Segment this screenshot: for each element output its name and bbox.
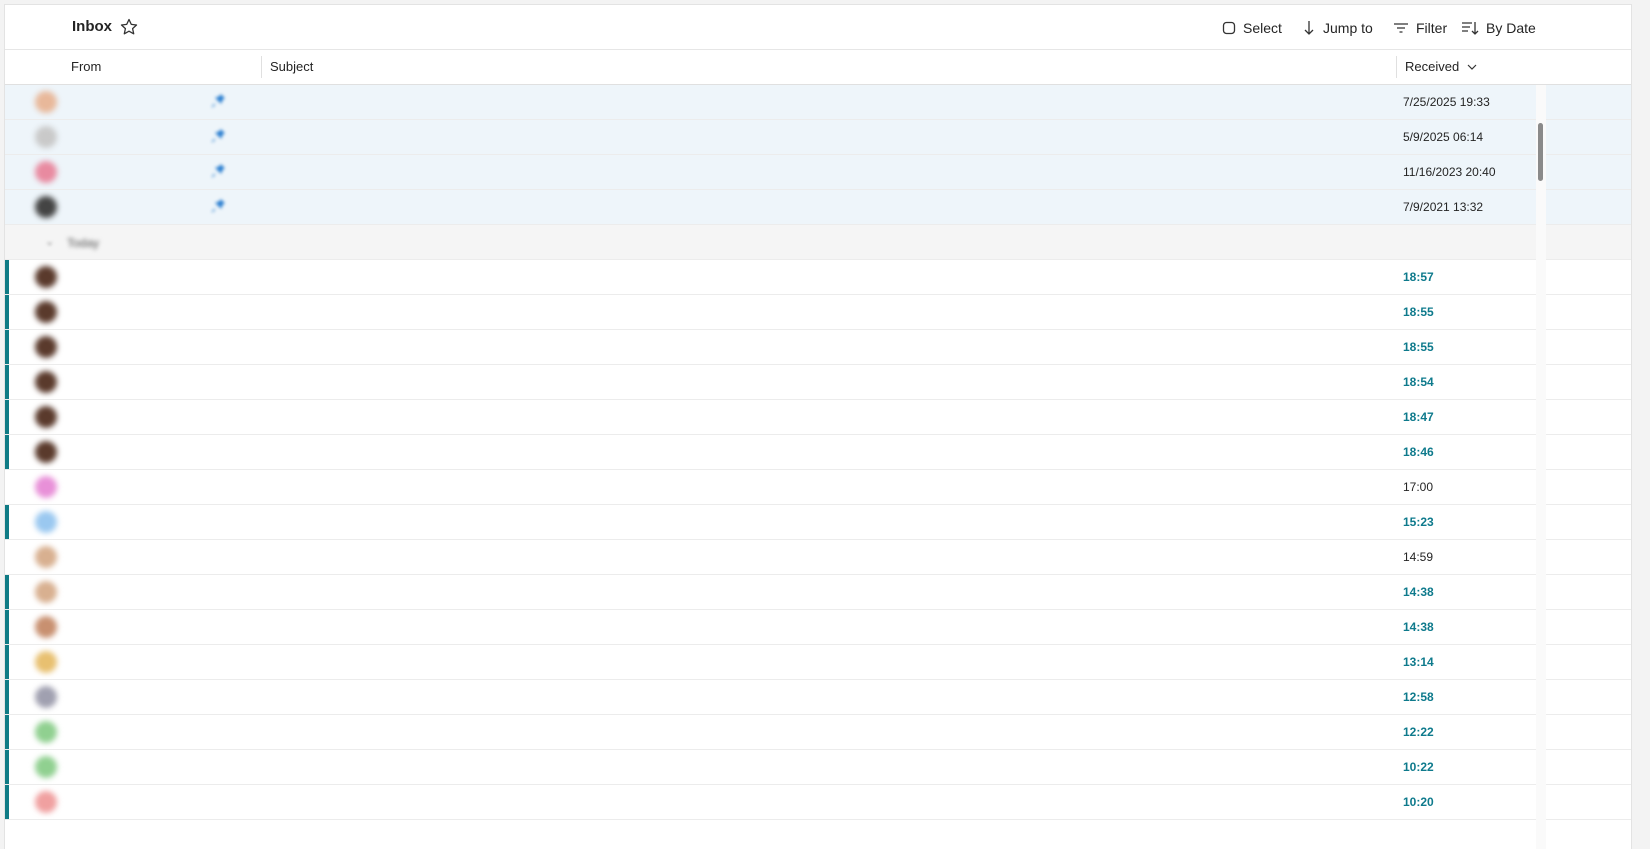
avatar [35, 406, 57, 428]
received-time: 15:23 [1403, 515, 1434, 529]
message-row[interactable]: 5/9/2025 06:14 [5, 120, 1631, 155]
folder-title: Inbox [72, 18, 112, 35]
filter-icon [1394, 23, 1408, 33]
message-row[interactable]: 12:58 [5, 680, 1631, 715]
avatar [35, 371, 57, 393]
received-time: 10:20 [1403, 795, 1434, 809]
avatar [35, 266, 57, 288]
message-row[interactable]: 14:38 [5, 610, 1631, 645]
mail-list-pane: Inbox Select Jump to Filter By Date From… [4, 4, 1632, 849]
avatar [35, 651, 57, 673]
received-time: 12:22 [1403, 725, 1434, 739]
received-time: 7/25/2025 19:33 [1403, 95, 1490, 109]
message-row[interactable]: 18:47 [5, 400, 1631, 435]
avatar [35, 791, 57, 813]
avatar [35, 511, 57, 533]
message-row[interactable]: 14:59 [5, 540, 1631, 575]
message-row[interactable]: 14:38 [5, 575, 1631, 610]
received-time: 13:14 [1403, 655, 1434, 669]
received-time: 17:00 [1403, 480, 1434, 494]
select-icon [1222, 21, 1236, 35]
list-toolbar: Inbox Select Jump to Filter By Date [5, 5, 1631, 50]
received-time: 12:58 [1403, 690, 1434, 704]
message-row[interactable]: 17:00 [5, 470, 1631, 505]
message-row[interactable]: 7/9/2021 13:32 [5, 190, 1631, 225]
message-row[interactable]: 18:55 [5, 295, 1631, 330]
filter-button[interactable]: Filter [1393, 17, 1447, 39]
avatar [35, 126, 57, 148]
received-time: 18:57 [1403, 270, 1434, 284]
column-from[interactable]: From [71, 59, 101, 74]
jump-to-button[interactable]: Jump to [1302, 17, 1373, 39]
chevron-down-icon[interactable]: ⌄ [45, 235, 54, 248]
message-row[interactable]: 12:22 [5, 715, 1631, 750]
column-received[interactable]: Received [1405, 59, 1477, 74]
received-time: 18:46 [1403, 445, 1434, 459]
received-time: 14:38 [1403, 585, 1434, 599]
scrollbar-thumb[interactable] [1538, 123, 1543, 181]
received-time: 14:59 [1403, 550, 1434, 564]
avatar [35, 196, 57, 218]
message-row[interactable]: 18:57 [5, 260, 1631, 295]
message-row[interactable]: 10:22 [5, 750, 1631, 785]
avatar [35, 476, 57, 498]
message-row[interactable]: 7/25/2025 19:33 [5, 85, 1631, 120]
received-time: 10:22 [1403, 760, 1434, 774]
avatar [35, 546, 57, 568]
sort-button[interactable]: By Date [1461, 17, 1536, 39]
received-time: 11/16/2023 20:40 [1403, 165, 1496, 179]
avatar [35, 161, 57, 183]
jump-to-label: Jump to [1323, 20, 1373, 36]
message-row[interactable]: 18:46 [5, 435, 1631, 470]
message-row[interactable]: 11/16/2023 20:40 [5, 155, 1631, 190]
group-header-today[interactable]: ⌄ Today [5, 225, 1631, 260]
pin-icon[interactable] [211, 164, 225, 178]
avatar [35, 301, 57, 323]
avatar [35, 616, 57, 638]
avatar [35, 441, 57, 463]
received-time: 14:38 [1403, 620, 1434, 634]
column-received-label: Received [1405, 59, 1460, 74]
group-label: Today [67, 236, 100, 250]
received-time: 18:47 [1403, 410, 1434, 424]
received-time: 7/9/2021 13:32 [1403, 200, 1484, 214]
favorite-star-icon[interactable] [119, 17, 139, 37]
column-divider[interactable] [261, 56, 262, 78]
pin-icon[interactable] [211, 199, 225, 213]
sort-label: By Date [1486, 20, 1536, 36]
select-button[interactable]: Select [1222, 17, 1282, 39]
avatar [35, 756, 57, 778]
received-time: 18:55 [1403, 340, 1434, 354]
pin-icon[interactable] [211, 94, 225, 108]
received-time: 18:54 [1403, 375, 1434, 389]
column-subject[interactable]: Subject [270, 59, 313, 74]
message-row[interactable]: 15:23 [5, 505, 1631, 540]
avatar [35, 721, 57, 743]
pin-icon[interactable] [211, 129, 225, 143]
avatar [35, 581, 57, 603]
filter-label: Filter [1416, 20, 1448, 36]
column-divider[interactable] [1396, 56, 1397, 78]
arrow-down-icon [1304, 21, 1314, 35]
message-row[interactable]: 18:54 [5, 365, 1631, 400]
column-header: From Subject Received [5, 50, 1631, 85]
received-time: 18:55 [1403, 305, 1434, 319]
message-row[interactable]: 10:20 [5, 785, 1631, 820]
sort-icon [1462, 22, 1479, 35]
select-label: Select [1243, 20, 1282, 36]
received-time: 5/9/2025 06:14 [1403, 130, 1484, 144]
message-row[interactable]: 18:55 [5, 330, 1631, 365]
chevron-down-icon [1467, 64, 1477, 70]
scrollbar[interactable] [1536, 85, 1546, 849]
avatar [35, 91, 57, 113]
message-row[interactable]: 13:14 [5, 645, 1631, 680]
avatar [35, 336, 57, 358]
message-list: 7/25/2025 19:33 5/9/2025 06:14 11/16/2023 … [5, 85, 1631, 820]
avatar [35, 686, 57, 708]
